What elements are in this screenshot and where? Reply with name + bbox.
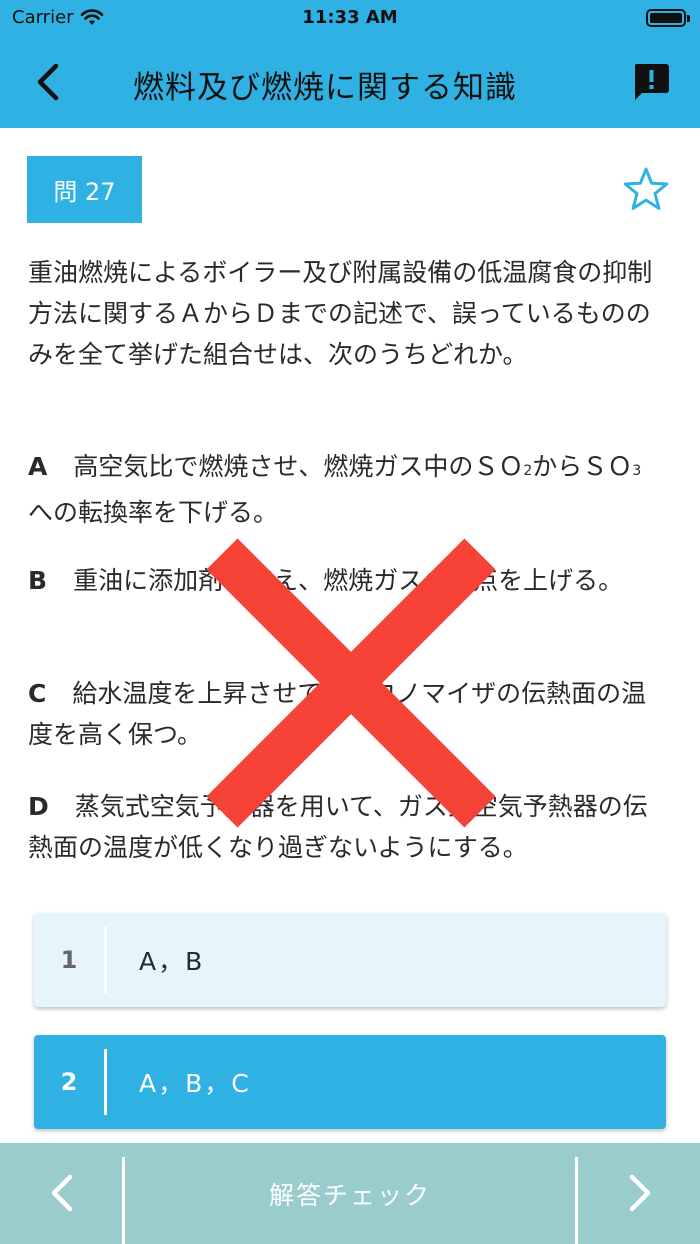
answer-choice-2[interactable]: 2 A，B，C: [34, 1035, 666, 1129]
choice-label: A，B，C: [139, 1069, 251, 1098]
chevron-right-icon: [629, 1174, 651, 1212]
statement-c: C 給水温度を上昇させて、エコノマイザの伝熱面の温度を高く保つ。: [28, 673, 664, 755]
statement-d: D 蒸気式空気予熱器を用いて、ガス式空気予熱器の伝熱面の温度が低くなり過ぎないよう…: [28, 786, 664, 868]
statement-text: 重油に添加剤を加え、燃焼ガスの露点を上げる。: [73, 566, 624, 595]
answer-choice-1[interactable]: 1 A，B: [34, 913, 666, 1007]
favorite-button[interactable]: [622, 166, 670, 212]
back-button[interactable]: [28, 58, 72, 106]
statement-text: 給水温度を上昇させて、エコノマイザの伝熱面の温度を高く保つ。: [28, 679, 647, 749]
question-text: 重油燃焼によるボイラー及び附属設備の低温腐食の抑制方法に関するＡからＤまでの記述…: [28, 258, 653, 369]
next-button[interactable]: [578, 1143, 700, 1244]
report-button[interactable]: [632, 62, 670, 102]
statement-letter: D: [28, 792, 49, 821]
choice-number: 2: [60, 1068, 78, 1096]
statement-text: 蒸気式空気予熱器を用いて、ガス式空気予熱器の伝熱面の温度が低くなり過ぎないように…: [28, 792, 648, 862]
statement-text: からＳＯ: [532, 452, 633, 481]
header-bar: Carrier 11:33 AM 燃料及び燃焼に関する知識: [0, 0, 700, 128]
status-bar: Carrier 11:33 AM: [0, 0, 700, 36]
question-number-badge: 問 27: [27, 156, 142, 223]
previous-button[interactable]: [0, 1143, 122, 1244]
statement-text: 高空気比で燃焼させ、燃焼ガス中のＳＯ: [73, 452, 524, 481]
subscript: 2: [523, 463, 533, 479]
subscript: 3: [632, 463, 642, 479]
report-bubble-icon: [634, 64, 669, 100]
status-time: 11:33 AM: [302, 7, 398, 28]
statement-letter: A: [28, 452, 48, 481]
chevron-left-icon: [37, 63, 59, 101]
choice-number: 1: [60, 946, 78, 974]
statement-b: B 重油に添加剤を加え、燃焼ガスの露点を上げる。: [28, 560, 664, 601]
statement-letter: B: [28, 566, 48, 595]
statement-text: への転換率を下げる。: [28, 498, 279, 527]
battery-icon: [646, 9, 690, 27]
page-title: 燃料及び燃焼に関する知識: [133, 70, 517, 106]
statement-letter: C: [28, 679, 47, 708]
star-outline-icon: [623, 167, 669, 210]
chevron-left-icon: [51, 1174, 73, 1212]
choice-label: A，B: [139, 947, 205, 976]
check-answer-button[interactable]: 解答チェック: [125, 1143, 575, 1244]
statement-a: A 高空気比で燃焼させ、燃焼ガス中のＳＯ2からＳＯ3 への転換率を下げる。: [28, 446, 664, 533]
footer-bar: 解答チェック: [0, 1143, 700, 1244]
